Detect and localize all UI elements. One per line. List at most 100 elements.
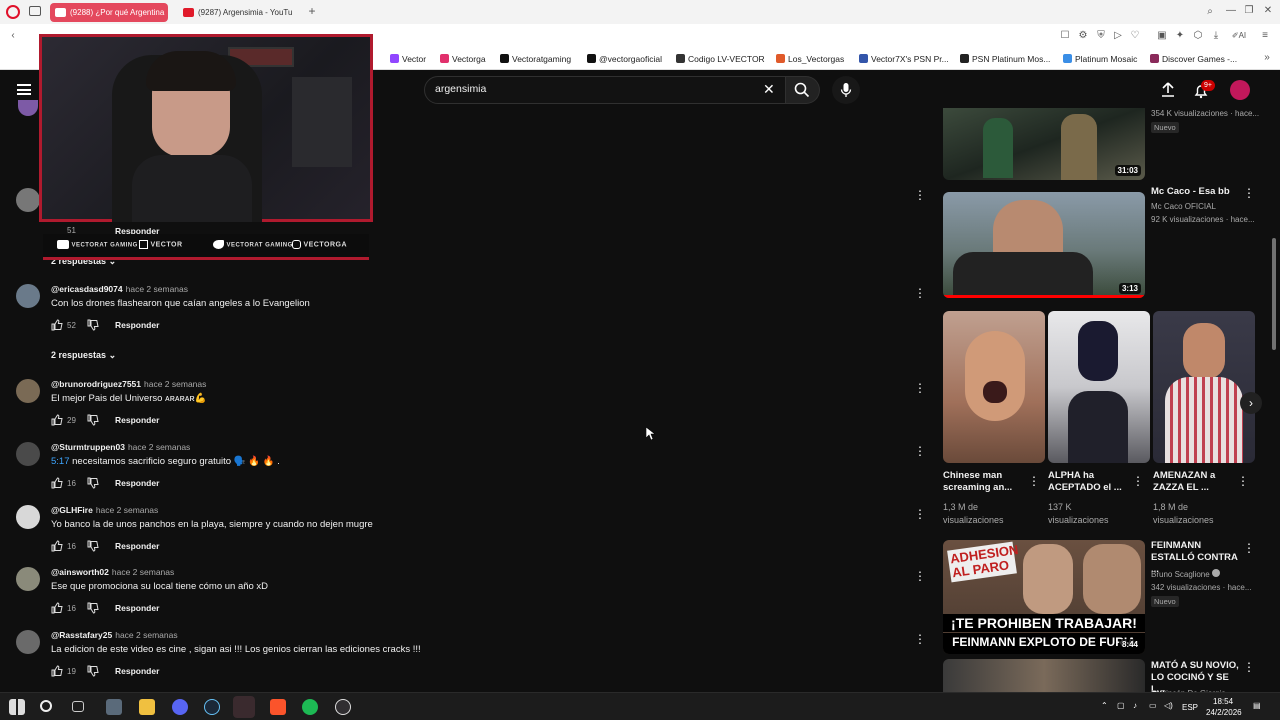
search-input[interactable] [435, 83, 755, 95]
more-options-icon[interactable]: ⋮ [914, 382, 926, 394]
bookmark-psn-platinum[interactable]: PSN Platinum Mos... [960, 53, 1050, 65]
channel-name[interactable]: Bruno Scaglione [1151, 569, 1220, 580]
network-icon[interactable]: ▭ [1149, 701, 1157, 710]
more-options-icon[interactable]: ⋮ [914, 445, 926, 457]
short-title[interactable]: ALPHA ha ACEPTADO el ... [1048, 470, 1130, 494]
bookmark-vectorgaoficial[interactable]: @vectorgaoficial [587, 53, 662, 65]
task-view-icon[interactable] [72, 701, 84, 712]
bookmark-vectoratgaming[interactable]: Vectoratgaming [500, 53, 571, 65]
thumbs-down-icon[interactable] [87, 477, 99, 489]
video-thumbnail[interactable]: ADHESION AL PARO ¡TE PROHIBEN TRABAJAR! … [943, 540, 1145, 654]
comment-time[interactable]: hace 2 semanas [128, 442, 190, 452]
avatar[interactable] [16, 567, 40, 591]
comment-author[interactable]: @Sturmtruppen03 hace 2 semanas [51, 442, 190, 452]
search-button[interactable] [786, 76, 820, 104]
reply-button[interactable]: Responder [115, 415, 159, 425]
tray-app-icon[interactable]: ▢ [1117, 701, 1125, 710]
search-icon[interactable] [40, 700, 52, 712]
thumbs-up-icon[interactable] [51, 477, 63, 489]
more-options-icon[interactable]: ⋮ [914, 287, 926, 299]
video-thumbnail[interactable]: 31:03 [943, 108, 1145, 180]
search-tabs-icon[interactable]: ⌕ [1203, 5, 1217, 19]
discord-icon[interactable] [172, 699, 188, 715]
play-icon[interactable]: ▷ [1111, 29, 1125, 43]
steam-icon[interactable] [204, 699, 220, 715]
shield-icon[interactable]: ⛨ [1094, 29, 1108, 43]
comment-time[interactable]: hace 2 semanas [115, 630, 177, 640]
reply-button[interactable]: Responder [115, 666, 159, 676]
aria-ai-icon[interactable]: ✐AI [1228, 29, 1250, 43]
new-tab-button[interactable]: + [305, 4, 319, 18]
comment-author[interactable]: @Rasstafary25 hace 2 semanas [51, 630, 178, 640]
comment-author[interactable]: @GLHFire hace 2 semanas [51, 505, 158, 515]
more-options-icon[interactable]: ⋮ [1243, 541, 1255, 555]
comment-time[interactable]: hace 2 semanas [96, 505, 158, 515]
brave-icon[interactable] [270, 699, 286, 715]
file-explorer-icon[interactable] [139, 699, 155, 715]
short-thumbnail[interactable] [1048, 311, 1150, 463]
short-title[interactable]: AMENAZAN a ZAZZA EL ... [1153, 470, 1235, 494]
more-options-icon[interactable]: ⋮ [1243, 660, 1255, 674]
bookmark-vectorga[interactable]: Vectorga [440, 53, 486, 65]
channel-name[interactable]: Mc Caco OFICIAL [1151, 201, 1216, 212]
more-options-icon[interactable]: ⋮ [1028, 474, 1040, 488]
short-thumbnail[interactable] [1153, 311, 1255, 463]
reply-button[interactable]: Responder [115, 478, 159, 488]
notifications-icon[interactable]: ▤ [1253, 701, 1261, 710]
download-icon[interactable]: ⤓ [1209, 29, 1223, 43]
more-options-icon[interactable]: ⋮ [914, 188, 926, 202]
comment-author[interactable]: @ainsworth02 hace 2 semanas [51, 567, 174, 577]
comment-time[interactable]: hace 2 semanas [144, 379, 206, 389]
avatar[interactable] [16, 505, 40, 529]
replies-toggle[interactable]: 2 respuestas ⌄ [51, 350, 116, 361]
reply-button[interactable]: Responder [115, 603, 159, 613]
restore-icon[interactable]: ❐ [1242, 4, 1256, 18]
more-options-icon[interactable]: ⋮ [914, 633, 926, 645]
comment-time[interactable]: hace 2 semanas [126, 284, 188, 294]
reply-button[interactable]: Responder [115, 320, 159, 330]
shelf-next-button[interactable]: › [1240, 392, 1262, 414]
back-icon[interactable]: ‹ [6, 29, 20, 43]
clock-time[interactable]: 18:54 [1213, 697, 1233, 706]
comment-time[interactable]: hace 2 semanas [112, 567, 174, 577]
sidebar-toggle-icon[interactable] [29, 6, 41, 16]
clock-date[interactable]: 24/2/2026 [1206, 708, 1242, 717]
comment-author[interactable]: @brunorodriguez7551 hace 2 semanas [51, 379, 206, 389]
thumbs-down-icon[interactable] [87, 414, 99, 426]
thumbs-up-icon[interactable] [51, 540, 63, 552]
thumbs-down-icon[interactable] [87, 319, 99, 331]
more-options-icon[interactable]: ⋮ [914, 508, 926, 520]
heart-icon[interactable]: ♡ [1128, 29, 1142, 43]
bookmark-icon[interactable]: ☐ [1058, 29, 1072, 43]
hamburger-menu-icon[interactable] [17, 84, 31, 95]
reader-icon[interactable]: ▣ [1155, 29, 1169, 43]
avatar[interactable] [16, 630, 40, 654]
avatar[interactable] [16, 284, 40, 308]
microphone-icon[interactable]: ♪ [1133, 701, 1137, 710]
obs-icon[interactable] [335, 699, 351, 715]
more-options-icon[interactable]: ⋮ [914, 570, 926, 582]
thumbs-up-icon[interactable] [51, 414, 63, 426]
thumbs-up-icon[interactable] [51, 602, 63, 614]
minimize-icon[interactable]: — [1224, 4, 1238, 18]
bookmark-psn-profile[interactable]: Vector7X's PSN Pr... [859, 53, 949, 65]
app-icon[interactable] [106, 699, 122, 715]
language-indicator[interactable]: ESP [1182, 703, 1198, 712]
bookmark-vector[interactable]: Vector [390, 53, 426, 65]
puzzle-icon[interactable]: ✦ [1173, 29, 1187, 43]
video-thumbnail[interactable]: 3:13 [943, 192, 1145, 298]
bookmark-discover-games[interactable]: Discover Games -... [1150, 53, 1237, 65]
more-options-icon[interactable]: ⋮ [1243, 186, 1255, 200]
clear-search-icon[interactable]: ✕ [763, 81, 775, 98]
bookmarks-overflow-icon[interactable]: » [1260, 51, 1274, 65]
spotify-icon[interactable] [302, 699, 318, 715]
scrollbar-thumb[interactable] [1272, 238, 1276, 350]
video-title[interactable]: Mc Caco - Esa bb [1151, 186, 1230, 198]
volume-icon[interactable]: ◁) [1164, 701, 1173, 710]
avatar[interactable] [16, 379, 40, 403]
avatar[interactable] [16, 442, 40, 466]
bookmark-los-vectorgas[interactable]: Los_Vectorgas [776, 53, 844, 65]
extensions-icon[interactable]: ⚙ [1076, 29, 1090, 43]
tray-overflow-icon[interactable]: ⌃ [1101, 701, 1108, 710]
close-window-icon[interactable]: ✕ [1261, 4, 1275, 18]
